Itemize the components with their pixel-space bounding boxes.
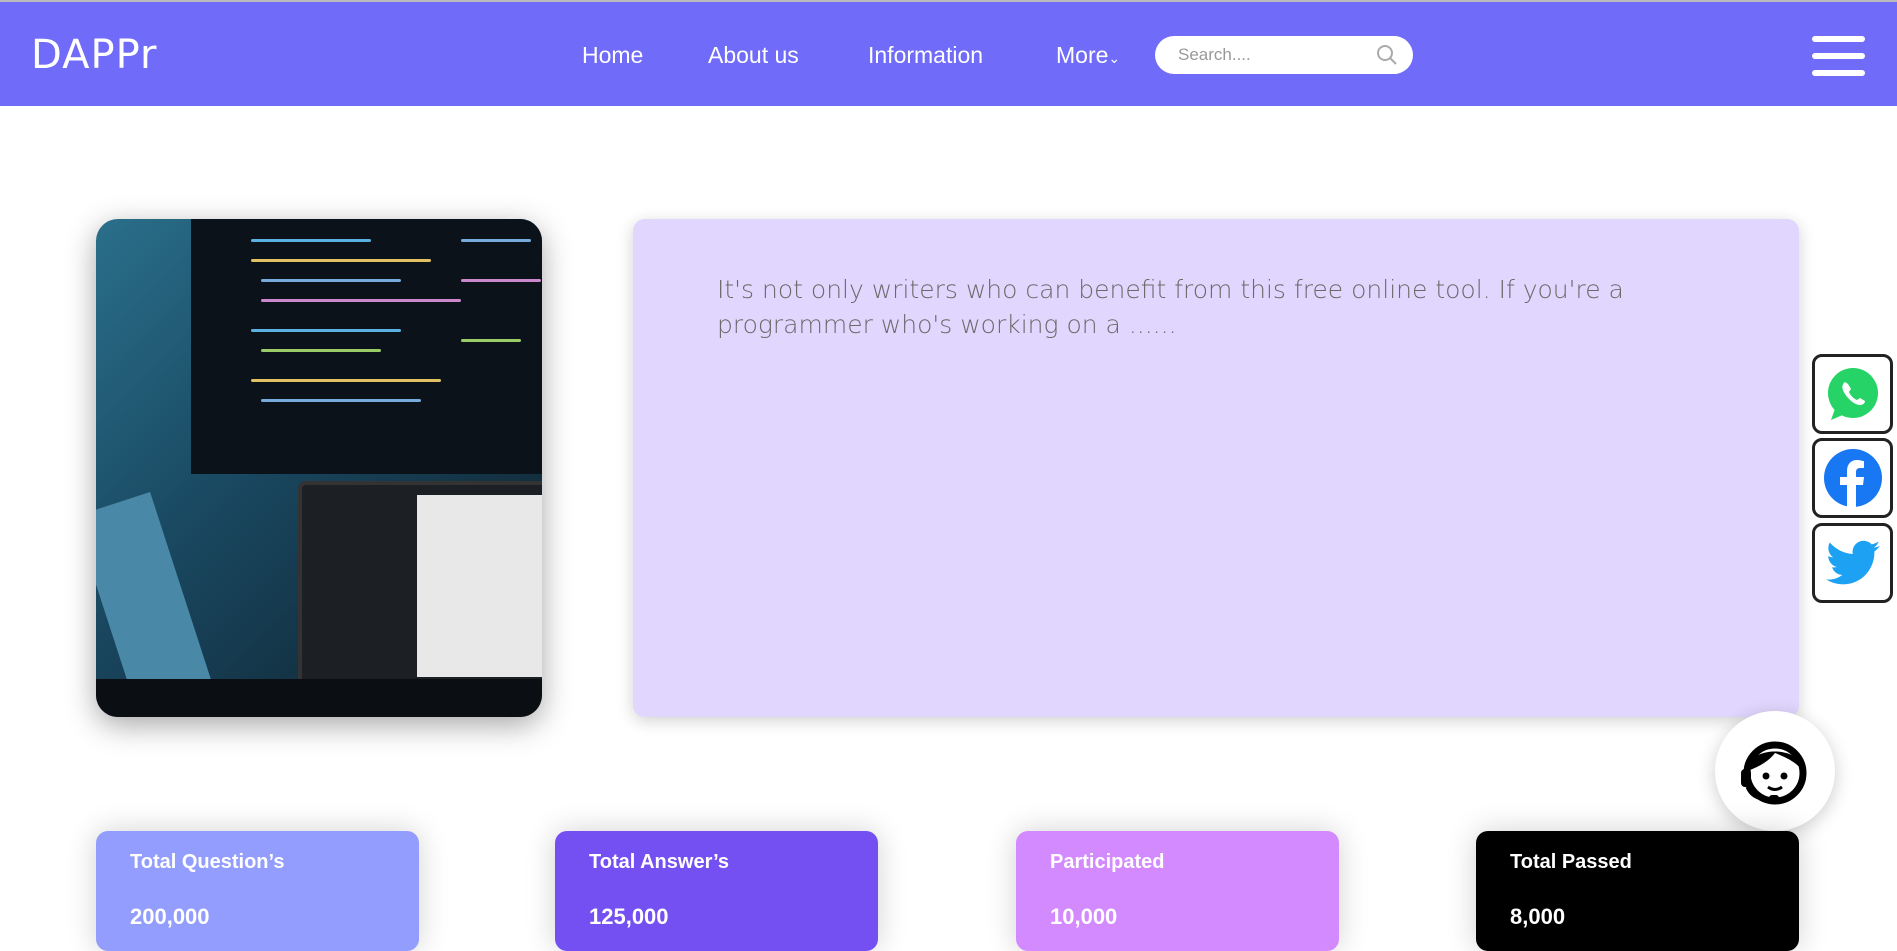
nav-home[interactable]: Home [582,42,643,69]
stat-title: Total Answer’s [589,851,730,873]
nav-information[interactable]: Information [868,42,983,69]
stat-value: 8,000 [1510,904,1566,929]
facebook-icon [1823,449,1882,507]
hamburger-menu-icon[interactable] [1812,36,1865,76]
whatsapp-icon [1827,368,1878,420]
nav-more[interactable]: More⌄ [1056,42,1120,69]
nav-about-us[interactable]: About us [708,42,799,69]
stat-title: Participated [1050,851,1165,873]
stat-title: Total Passed [1510,851,1632,873]
nav-more-label: More [1056,42,1109,68]
twitter-icon [1825,540,1880,585]
facebook-button[interactable] [1812,438,1893,518]
whatsapp-button[interactable] [1812,354,1893,434]
chevron-down-icon: ⌄ [1108,50,1121,66]
support-agent-icon [1741,741,1807,805]
stat-card-total-questions: Total Question’s 200,000 [96,831,419,951]
hero-image [96,219,542,717]
stat-value: 200,000 [130,904,210,929]
search-icon[interactable] [1375,43,1399,67]
stat-value: 125,000 [589,904,669,929]
top-navbar: DAPPr Home About us Information More⌄ [0,0,1897,106]
search-input[interactable] [1178,45,1375,65]
hero-text: It's not only writers who can benefit fr… [717,275,1624,339]
stat-card-participated: Participated 10,000 [1016,831,1339,951]
stat-card-total-answers: Total Answer’s 125,000 [555,831,878,951]
customer-support-button[interactable] [1715,711,1835,831]
stat-value: 10,000 [1050,904,1118,929]
hero-text-panel: It's not only writers who can benefit fr… [633,219,1799,717]
search-box [1155,36,1413,74]
stat-card-total-passed: Total Passed 8,000 [1476,831,1799,951]
logo[interactable]: DAPPr [31,32,157,78]
stat-title: Total Question’s [130,851,285,873]
twitter-button[interactable] [1812,523,1893,603]
